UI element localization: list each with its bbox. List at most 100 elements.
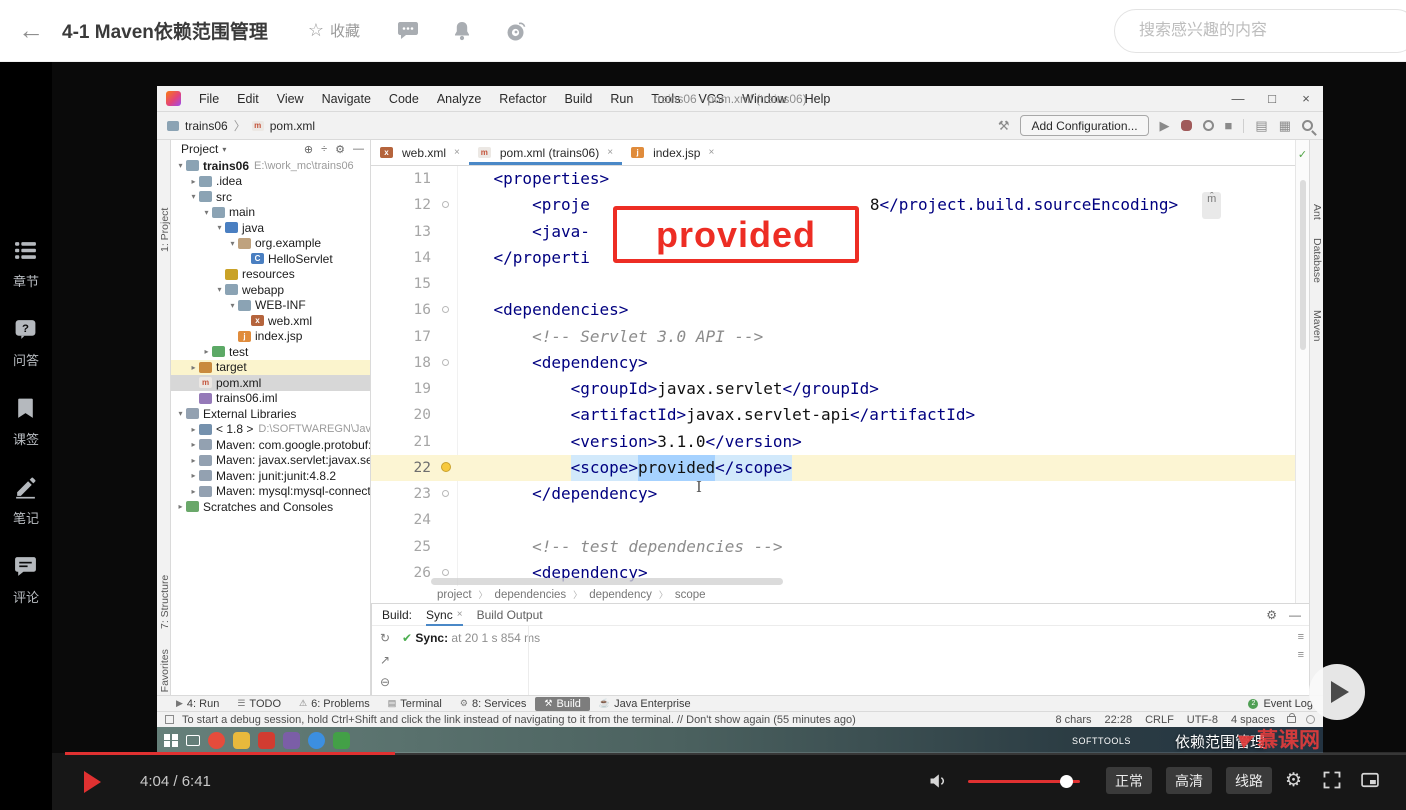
code-line-20[interactable]: 20 <artifactId> javax.servlet-api </artifa… [371, 402, 1295, 428]
editor-scrollbar[interactable]: ✓ [1295, 140, 1309, 603]
hide-panel-icon[interactable]: — [353, 143, 364, 156]
search-input[interactable] [1114, 9, 1406, 53]
profiler-icon[interactable] [1202, 120, 1214, 131]
fullscreen-icon[interactable] [1322, 770, 1342, 790]
tool-strip-maven[interactable]: Maven [1311, 310, 1323, 342]
xml-breadcrumb-dependencies[interactable]: dependencies [495, 589, 567, 601]
project-panel-title[interactable]: Project [181, 142, 218, 156]
tool-strip-structure[interactable]: 7: Structure [159, 575, 171, 629]
taskbar-app-red-circle[interactable] [207, 732, 225, 749]
tool-window-button-todo[interactable]: ☰ TODO [228, 696, 290, 712]
tree-item-.idea[interactable]: ▸ .idea [171, 174, 370, 190]
collapse-all-icon[interactable]: ÷ [321, 143, 327, 156]
indicator-icon[interactable] [1306, 715, 1315, 724]
back-arrow-icon[interactable]: ← [0, 15, 62, 46]
build-hammer-icon[interactable]: ⚒ [998, 118, 1010, 134]
tree-chevron-icon[interactable]: ▸ [188, 425, 199, 434]
tree-chevron-icon[interactable]: ▸ [175, 502, 186, 511]
fold-handle-icon[interactable] [442, 201, 449, 209]
soft-wrap-icon[interactable]: ≡ [1298, 631, 1304, 643]
tree-item-maven--javax.servlet-javax.servle[interactable]: ▸ Maven: javax.servlet:javax.servle [171, 453, 370, 469]
tool-window-button-build[interactable]: ⚒ Build [535, 696, 590, 711]
tree-chevron-icon[interactable]: ▸ [188, 440, 199, 449]
tree-chevron-icon[interactable]: ▸ [188, 456, 199, 465]
code-line-22[interactable]: 22 <scope> provided </scope> [371, 454, 1295, 481]
taskbar-app-green[interactable] [332, 732, 350, 749]
tool-window-button-8--services[interactable]: ⚙ 8: Services [451, 696, 536, 712]
tree-item-java[interactable]: ▾ java [171, 220, 370, 236]
chevron-down-icon[interactable]: ▾ [222, 145, 226, 154]
tree-item-main[interactable]: ▾ main [171, 205, 370, 221]
code-line-11[interactable]: 11 <properties> [371, 166, 1295, 192]
tool-window-button-terminal[interactable]: ▤ Terminal [379, 696, 451, 712]
tree-item---1.8--[interactable]: ▸ < 1.8 > D:\SOFTWAREGN\Java\ [171, 422, 370, 438]
tool-strip-ant[interactable]: Ant [1311, 204, 1323, 220]
collapse-icon[interactable]: ⊖ [380, 675, 390, 689]
big-play-button[interactable] [1309, 664, 1365, 720]
breadcrumb-project[interactable]: trains06 [185, 119, 228, 133]
settings-gear-icon[interactable]: ⚙ [335, 143, 345, 156]
tree-item-web.xml[interactable]: x web.xml [171, 313, 370, 329]
export-icon[interactable]: ↗ [380, 653, 390, 667]
sidebar-item-comments[interactable]: 评论 [13, 554, 39, 606]
code-line-15[interactable]: 15 [371, 271, 1295, 297]
build-tab-build-output[interactable]: Build Output [477, 604, 543, 626]
taskbar-app-purple[interactable] [282, 732, 300, 749]
resync-icon[interactable]: ↻ [380, 631, 390, 645]
windows-start-icon[interactable] [164, 733, 178, 748]
scroll-end-icon[interactable]: ≡ [1298, 649, 1304, 661]
tree-item-web-inf[interactable]: ▾ WEB-INF [171, 298, 370, 314]
build-tab-sync[interactable]: Sync × [426, 604, 463, 626]
editor[interactable]: 11 <properties> 12 <proje 8 </project.build… [371, 166, 1295, 586]
sidebar-item-chapters[interactable]: 章节 [13, 238, 39, 290]
event-log-button[interactable]: 2 Event Log [1248, 698, 1313, 710]
fold-handle-icon[interactable] [442, 568, 449, 576]
tree-item-target[interactable]: ▸ target [171, 359, 370, 375]
quality-button[interactable]: 高清 [1166, 767, 1212, 794]
theater-mode-icon[interactable] [1360, 770, 1380, 790]
chat-icon[interactable] [396, 19, 420, 43]
tree-item-maven--mysql-mysql-connector-[interactable]: ▸ Maven: mysql:mysql-connector- [171, 484, 370, 500]
xml-breadcrumb-scope[interactable]: scope [675, 589, 706, 601]
code-line-18[interactable]: 18 <dependency> [371, 350, 1295, 376]
tool-window-button-java-enterprise[interactable]: ☕ Java Enterprise [590, 696, 700, 712]
tree-chevron-icon[interactable]: ▾ [214, 285, 225, 294]
sidebar-item-notes[interactable]: 笔记 [13, 475, 39, 527]
tree-item-webapp[interactable]: ▾ webapp [171, 282, 370, 298]
sidebar-item-bookmark[interactable]: 课签 [13, 396, 39, 448]
scrollbar-thumb[interactable] [1300, 180, 1306, 350]
fold-handle-icon[interactable] [442, 358, 449, 366]
tree-chevron-icon[interactable]: ▸ [188, 177, 199, 186]
favorite-button[interactable]: ☆ 收藏 [308, 20, 360, 41]
status-segment[interactable]: CRLF [1145, 714, 1174, 726]
menu-item-file[interactable]: File [190, 92, 228, 106]
progress-bar[interactable] [65, 752, 1406, 755]
grid-icon[interactable]: ▦ [1279, 118, 1291, 134]
tree-item-pom.xml[interactable]: m pom.xml [171, 375, 370, 391]
bell-icon[interactable] [450, 19, 474, 43]
breadcrumb-file[interactable]: pom.xml [270, 119, 315, 133]
tree-item-test[interactable]: ▸ test [171, 344, 370, 360]
tool-strip-database[interactable]: Database [1311, 238, 1323, 283]
fold-handle-icon[interactable] [442, 490, 449, 497]
tree-chevron-icon[interactable]: ▾ [227, 239, 238, 248]
tab-close-icon[interactable]: × [457, 609, 463, 620]
taskbar-app-folder[interactable] [232, 732, 250, 749]
code-line-19[interactable]: 19 <groupId> javax.servlet </groupId> [371, 376, 1295, 402]
tree-item-external-libraries[interactable]: ▾ External Libraries [171, 406, 370, 422]
build-settings-gear-icon[interactable]: ⚙ [1266, 608, 1277, 622]
menu-item-edit[interactable]: Edit [228, 92, 268, 106]
status-segment[interactable]: UTF-8 [1187, 714, 1218, 726]
tree-chevron-icon[interactable]: ▾ [175, 161, 186, 170]
menu-item-run[interactable]: Run [601, 92, 642, 106]
tree-item-src[interactable]: ▾ src [171, 189, 370, 205]
menu-item-code[interactable]: Code [380, 92, 428, 106]
tree-chevron-icon[interactable]: ▾ [214, 223, 225, 232]
run-icon[interactable]: ▶ [1160, 118, 1170, 134]
editor-tab-index.jsp[interactable]: j index.jsp × [622, 140, 723, 165]
status-segment[interactable]: 22:28 [1105, 714, 1133, 726]
tree-item-maven--junit-junit-4.8.2[interactable]: ▸ Maven: junit:junit:4.8.2 [171, 468, 370, 484]
menu-item-view[interactable]: View [268, 92, 313, 106]
debug-icon[interactable] [1180, 120, 1192, 131]
weibo-icon[interactable] [504, 19, 528, 43]
